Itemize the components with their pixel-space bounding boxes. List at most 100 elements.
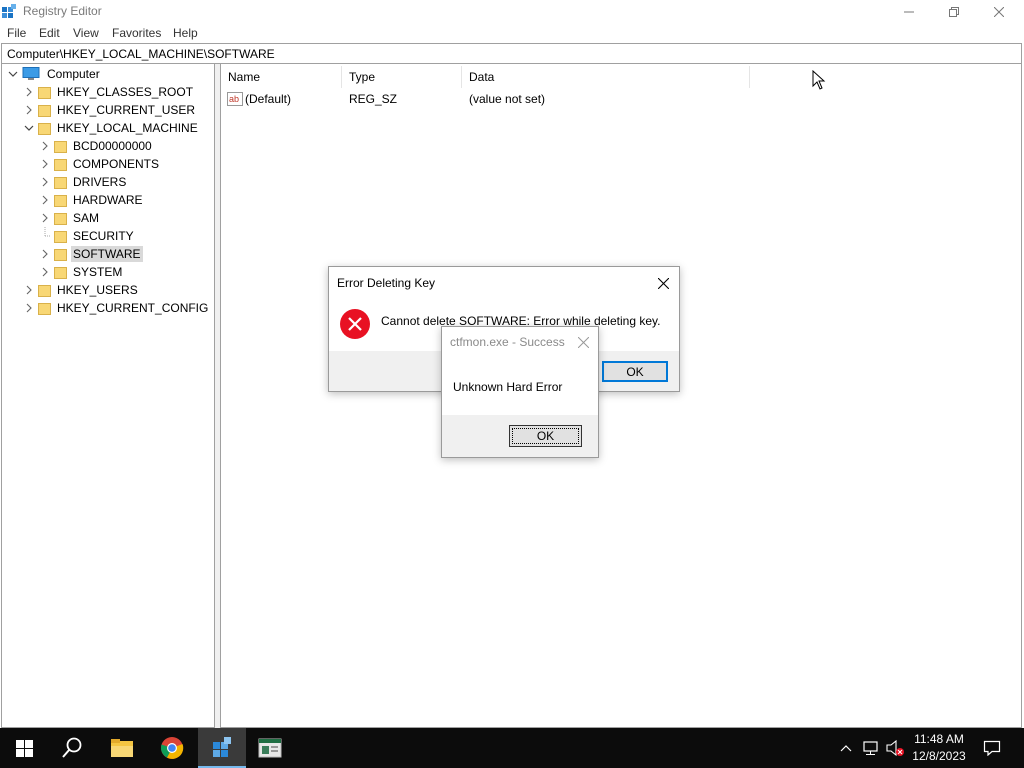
chevron-right-icon[interactable] — [39, 209, 51, 227]
dialog-close-button[interactable] — [651, 273, 675, 293]
tree-label: SECURITY — [73, 229, 134, 243]
tree-item-computer[interactable]: Computer — [7, 65, 102, 83]
column-header-name[interactable]: Name — [221, 66, 342, 88]
network-button[interactable] — [860, 728, 882, 768]
folder-icon — [38, 302, 51, 315]
value-type: REG_SZ — [349, 92, 398, 106]
chevron-right-icon[interactable] — [23, 83, 35, 101]
folder-icon — [54, 158, 67, 171]
tree-item-hkey-current-user[interactable]: HKEY_CURRENT_USER — [23, 101, 197, 119]
list-header: Name Type Data — [221, 66, 1021, 88]
svg-text:ab: ab — [229, 94, 239, 104]
list-item[interactable]: ab (Default) REG_SZ (value not set) — [221, 90, 1021, 108]
column-label: Type — [349, 70, 376, 84]
show-hidden-icons-button[interactable] — [838, 728, 854, 768]
chevron-right-icon[interactable] — [23, 281, 35, 299]
dialog-close-button[interactable] — [572, 332, 594, 352]
taskbar-app-window[interactable] — [246, 728, 294, 768]
notification-icon — [983, 740, 1001, 756]
taskbar-chrome[interactable] — [148, 728, 196, 768]
tree-item-software[interactable]: SOFTWARE — [39, 245, 143, 263]
chevron-right-icon[interactable] — [39, 155, 51, 173]
chevron-right-icon[interactable] — [39, 137, 51, 155]
folder-icon — [54, 248, 67, 261]
close-icon — [657, 277, 669, 289]
tree-item-components[interactable]: COMPONENTS — [39, 155, 161, 173]
tree-label: HARDWARE — [73, 193, 143, 207]
file-explorer-icon — [111, 739, 133, 757]
mouse-cursor-icon — [812, 70, 826, 90]
taskbar: 11:48 AM 12/8/2023 — [0, 728, 1024, 768]
folder-icon — [38, 284, 51, 297]
tree-label: HKEY_CURRENT_CONFIG — [57, 301, 209, 315]
column-header-type[interactable]: Type — [342, 66, 462, 88]
tree-label: SAM — [73, 211, 100, 225]
menu-help[interactable]: Help — [173, 26, 198, 40]
regedit-app-icon — [2, 4, 16, 18]
tree-item-drivers[interactable]: DRIVERS — [39, 173, 128, 191]
taskbar-regedit[interactable] — [198, 728, 246, 768]
tree-label: HKEY_CURRENT_USER — [57, 103, 196, 117]
tree-item-hkey-users[interactable]: HKEY_USERS — [23, 281, 140, 299]
start-icon — [15, 739, 33, 757]
tree-item-security[interactable]: SECURITY — [39, 227, 136, 245]
taskbar-file-explorer[interactable] — [98, 728, 146, 768]
folder-icon — [54, 194, 67, 207]
folder-icon — [54, 212, 67, 225]
ok-button[interactable]: OK — [602, 361, 668, 382]
title-bar: Registry Editor — [0, 0, 1024, 23]
folder-open-icon — [38, 122, 51, 135]
value-name: (Default) — [245, 92, 292, 106]
search-button[interactable] — [48, 728, 96, 768]
chevron-right-icon[interactable] — [23, 299, 35, 317]
values-list-pane[interactable]: Name Type Data ab (Default) REG_SZ (valu… — [220, 64, 1022, 728]
tree-label: COMPONENTS — [73, 157, 160, 171]
chevron-down-icon[interactable] — [7, 65, 19, 83]
regedit-icon — [213, 737, 231, 757]
menu-edit[interactable]: Edit — [39, 26, 60, 40]
tree-connector — [39, 227, 51, 245]
action-center-button[interactable] — [978, 728, 1006, 768]
chevron-right-icon[interactable] — [39, 191, 51, 209]
menu-favorites[interactable]: Favorites — [112, 26, 161, 40]
chevron-right-icon[interactable] — [39, 173, 51, 191]
tree-pane[interactable]: Computer HKEY_CLASSES_ROOT HKEY_CURRENT_… — [1, 64, 215, 728]
minimize-button[interactable] — [886, 0, 932, 23]
tree-item-system[interactable]: SYSTEM — [39, 263, 124, 281]
tree-item-hkey-local-machine[interactable]: HKEY_LOCAL_MACHINE — [23, 119, 200, 137]
restore-button[interactable] — [931, 0, 977, 23]
tree-item-sam[interactable]: SAM — [39, 209, 101, 227]
close-window-button[interactable] — [976, 0, 1022, 23]
volume-muted-icon — [886, 739, 904, 757]
tree-item-hkey-classes-root[interactable]: HKEY_CLASSES_ROOT — [23, 83, 195, 101]
start-button[interactable] — [0, 728, 48, 768]
chevron-right-icon[interactable] — [39, 245, 51, 263]
chevron-down-icon[interactable] — [23, 119, 35, 137]
address-bar[interactable]: Computer\HKEY_LOCAL_MACHINE\SOFTWARE — [1, 43, 1022, 64]
focus-rect — [512, 428, 579, 444]
folder-icon — [54, 140, 67, 153]
chevron-right-icon[interactable] — [23, 101, 35, 119]
column-header-data[interactable]: Data — [462, 66, 750, 88]
error-icon — [340, 309, 370, 339]
folder-icon — [54, 176, 67, 189]
column-label: Name — [228, 70, 261, 84]
tree-item-hkey-current-config[interactable]: HKEY_CURRENT_CONFIG — [23, 299, 210, 317]
folder-icon — [54, 230, 67, 243]
minimize-icon — [904, 11, 914, 12]
menu-file[interactable]: File — [7, 26, 26, 40]
ok-button[interactable]: OK — [509, 425, 582, 447]
tree-item-hardware[interactable]: HARDWARE — [39, 191, 145, 209]
chevron-right-icon[interactable] — [39, 263, 51, 281]
tree-item-bcd[interactable]: BCD00000000 — [39, 137, 154, 155]
tree-label: DRIVERS — [73, 175, 127, 189]
restore-icon — [949, 6, 959, 17]
system-clock[interactable]: 11:48 AM 12/8/2023 — [906, 731, 972, 765]
volume-button[interactable] — [884, 728, 906, 768]
address-path: Computer\HKEY_LOCAL_MACHINE\SOFTWARE — [7, 47, 275, 61]
value-data: (value not set) — [469, 92, 546, 106]
dialog-title: Error Deleting Key — [337, 276, 436, 290]
dialog-message: Unknown Hard Error — [453, 380, 563, 394]
menu-view[interactable]: View — [73, 26, 99, 40]
tree-label: SYSTEM — [73, 265, 123, 279]
